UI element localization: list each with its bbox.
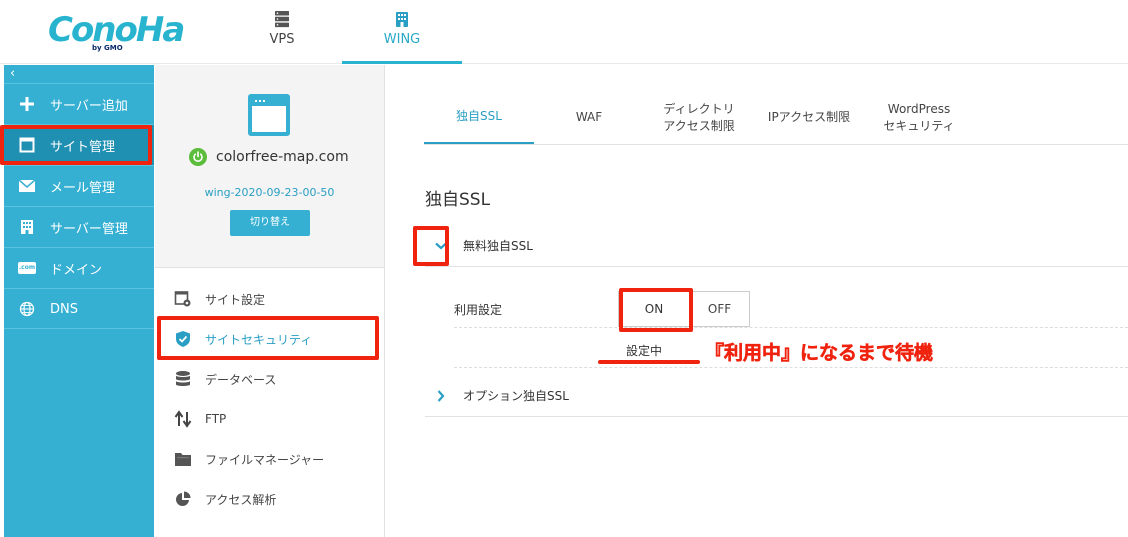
sidebar-collapse-button[interactable]: ‹ [10,65,15,83]
sidebar-divider [4,328,154,329]
submenu-ftp[interactable]: FTP [155,404,384,434]
submenu-label: FTP [205,412,227,426]
tab-wing-label: WING [383,32,421,47]
tab-wordpress-security[interactable]: WordPress セキュリティ [864,90,974,145]
power-icon[interactable] [189,148,207,166]
pie-chart-icon [173,489,193,509]
status-underline [598,360,700,364]
dashed-divider [454,367,1128,368]
tab-label-line2: アクセス制限 [663,118,735,133]
tab-divider [424,144,1128,145]
sidebar-item-domain[interactable]: .com ドメイン [4,247,154,288]
sidebar-item-mail[interactable]: メール管理 [4,165,154,206]
tab-ssl[interactable]: 独自SSL [424,90,534,145]
submenu-file-manager[interactable]: ファイルマネージャー [155,444,384,474]
conoha-logo[interactable]: ConoHa by GMO [48,10,185,56]
accordion-label: 無料独自SSL [463,239,533,253]
sidebar-item-label: DNS [50,301,78,317]
tab-waf[interactable]: WAF [534,90,644,145]
usage-setting-label: 利用設定 [454,303,503,317]
building-icon [396,12,408,27]
database-icon [173,369,193,389]
site-domain: colorfree-map.com [189,146,349,168]
section-title: 独自SSL [425,190,491,210]
mail-icon [18,177,36,195]
sidebar-item-server-management[interactable]: サーバー管理 [4,206,154,247]
submenu-label: データベース [205,372,277,387]
tab-directory-access[interactable]: ディレクトリ アクセス制限 [644,90,754,145]
folder-icon [173,449,193,469]
ssl-status: 設定中 [626,344,663,358]
annotation-text: 『利用中』になるまで待機 [705,342,934,365]
logo-sub: by GMO [92,44,123,52]
site-id: wing-2020-09-23-00-50 [204,186,335,199]
sidebar-item-label: サーバー管理 [50,221,128,237]
submenu-database[interactable]: データベース [155,364,384,394]
domain-icon: .com [18,259,36,277]
accordion-option-ssl[interactable]: オプション独自SSL [425,375,1128,417]
switch-site-button[interactable]: 切り替え [230,210,310,236]
globe-icon [18,300,36,318]
submenu-label: アクセス解析 [205,492,277,507]
main-content: 独自SSL WAF ディレクトリ アクセス制限 IPアクセス制限 WordPre… [386,65,1128,537]
site-domain-text: colorfree-map.com [216,149,349,165]
toggle-off-button[interactable]: OFF [689,292,749,326]
tab-label-line1: ディレクトリ [663,101,735,116]
tab-label: 独自SSL [456,108,502,123]
site-settings-icon [173,289,193,309]
sidebar-item-label: メール管理 [50,180,116,196]
server-icon [275,11,289,28]
tab-label-line1: WordPress [887,101,951,116]
submenu-label: サイト設定 [205,292,266,307]
sidebar-item-label: サーバー追加 [50,98,128,114]
updown-arrows-icon [173,409,193,429]
top-header: ConoHa by GMO VPS WING [0,0,1128,64]
highlight-site-management [0,125,152,165]
submenu-site-settings[interactable]: サイト設定 [155,284,384,314]
highlight-chevron [413,226,449,266]
sidebar-item-add-server[interactable]: サーバー追加 [4,83,154,124]
tab-label: WAF [575,110,603,124]
sidebar-item-dns[interactable]: DNS [4,288,154,329]
domain-icon-text: .com [18,262,36,274]
tab-vps[interactable]: VPS [222,0,342,64]
chevron-right-icon[interactable] [425,380,457,412]
dashed-divider [454,327,1128,328]
accordion-free-ssl[interactable]: 無料独自SSL [425,225,1128,267]
site-info-card: colorfree-map.com wing-2020-09-23-00-50 … [155,65,384,268]
tab-label: IPアクセス制限 [767,110,851,124]
tab-ip-access[interactable]: IPアクセス制限 [754,90,864,145]
tab-label-line2: セキュリティ [883,118,955,133]
sidebar-item-label: ドメイン [50,262,103,278]
building-icon [18,218,36,236]
accordion-label: オプション独自SSL [463,389,569,403]
site-sub-sidebar: colorfree-map.com wing-2020-09-23-00-50 … [155,65,385,537]
highlight-on-button [619,288,693,332]
submenu-label: ファイルマネージャー [205,452,325,467]
submenu-access-analytics[interactable]: アクセス解析 [155,484,384,514]
plus-icon [18,95,36,113]
tab-vps-label: VPS [269,32,295,47]
site-window-icon [248,94,290,136]
highlight-site-security [157,316,379,360]
tab-wing[interactable]: WING [342,0,462,64]
